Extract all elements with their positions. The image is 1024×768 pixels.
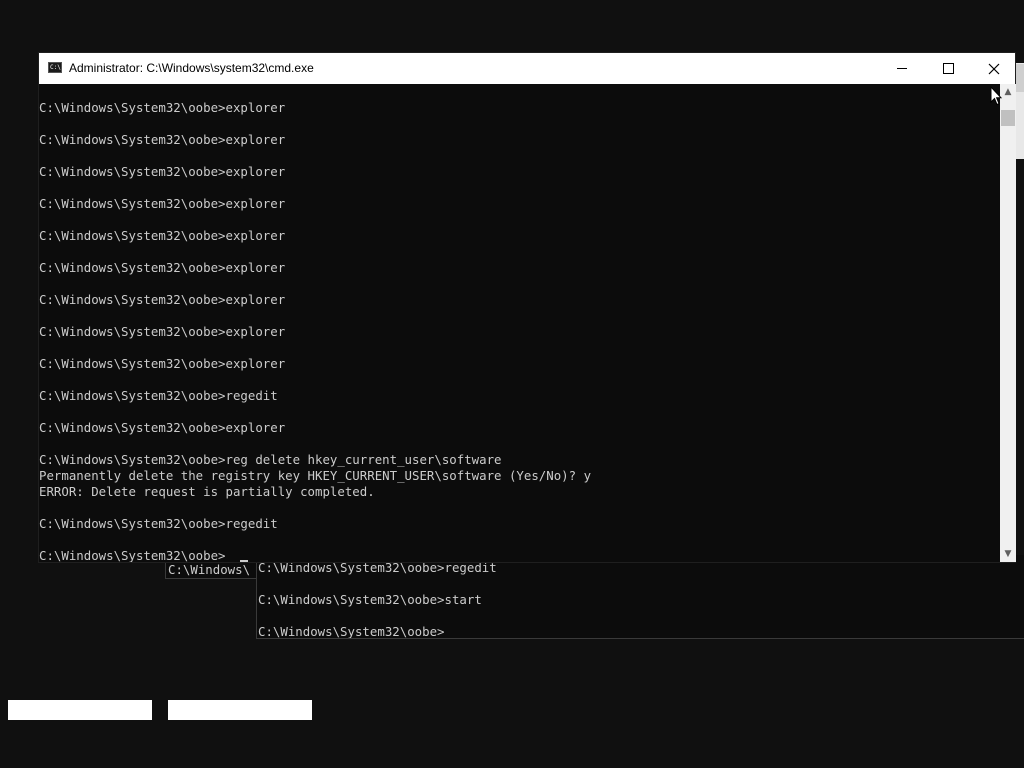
mouse-pointer-icon — [990, 86, 1002, 106]
console-line: C:\Windows\System32\oobe>explorer — [39, 260, 286, 275]
blank-white-box-2 — [168, 700, 312, 720]
background-console-right: C:\Windows\System32\oobe>regedit C:\Windo… — [256, 555, 1024, 639]
scroll-down-button[interactable]: ▼ — [1000, 546, 1016, 562]
background-console-left: C:\Windows\ — [165, 561, 259, 579]
console-line: C:\Windows\System32\oobe>explorer — [39, 132, 286, 147]
title-bar[interactable]: C:\. Administrator: C:\Windows\system32\… — [39, 53, 1015, 84]
close-icon — [988, 63, 1000, 74]
console-line: C:\Windows\System32\oobe>explorer — [39, 292, 286, 307]
scroll-thumb[interactable] — [1001, 110, 1015, 126]
console-line: C:\Windows\System32\oobe>explorer — [39, 196, 286, 211]
cmd-window[interactable]: C:\. Administrator: C:\Windows\system32\… — [38, 52, 1016, 563]
console-line: C:\Windows\System32\oobe>regedit — [39, 388, 278, 403]
console-output[interactable]: C:\Windows\System32\oobe>explorer C:\Wind… — [39, 84, 999, 562]
console-line: C:\Windows\System32\oobe>explorer — [39, 228, 286, 243]
maximize-button[interactable] — [925, 53, 971, 84]
blank-white-box-1 — [8, 700, 152, 720]
close-button[interactable] — [971, 53, 1017, 84]
minimize-icon — [897, 68, 907, 69]
console-line: C:\Windows\System32\oobe>explorer — [39, 420, 286, 435]
console-line: C:\Windows\System32\oobe>explorer — [39, 356, 286, 371]
vertical-scrollbar[interactable]: ▲ ▼ — [1000, 84, 1016, 562]
console-line: C:\Windows\System32\oobe>explorer — [39, 324, 286, 339]
scroll-up-button[interactable]: ▲ — [1000, 84, 1016, 100]
console-line: Permanently delete the registry key HKEY… — [39, 468, 592, 483]
maximize-icon — [942, 63, 954, 74]
background-window-scroll-thumb — [1016, 64, 1024, 92]
background-console-line: C:\Windows\System32\oobe> — [258, 624, 445, 639]
minimize-button[interactable] — [879, 53, 925, 84]
background-console-left-text: C:\Windows\ — [168, 562, 251, 577]
chevron-down-icon: ▼ — [1004, 549, 1012, 559]
console-line: C:\Windows\System32\oobe>explorer — [39, 100, 286, 115]
text-cursor — [240, 560, 248, 562]
cmd-icon: C:\. — [48, 62, 65, 73]
console-line: C:\Windows\System32\oobe>reg delete hkey… — [39, 452, 502, 467]
chevron-up-icon: ▲ — [1004, 87, 1012, 97]
console-line: C:\Windows\System32\oobe>regedit — [39, 516, 278, 531]
background-console-line: C:\Windows\System32\oobe>start — [258, 592, 482, 607]
console-line: C:\Windows\System32\oobe>explorer — [39, 164, 286, 179]
console-line: C:\Windows\System32\oobe> — [39, 548, 226, 562]
console-line: ERROR: Delete request is partially compl… — [39, 484, 375, 499]
window-title: Administrator: C:\Windows\system32\cmd.e… — [69, 61, 314, 75]
